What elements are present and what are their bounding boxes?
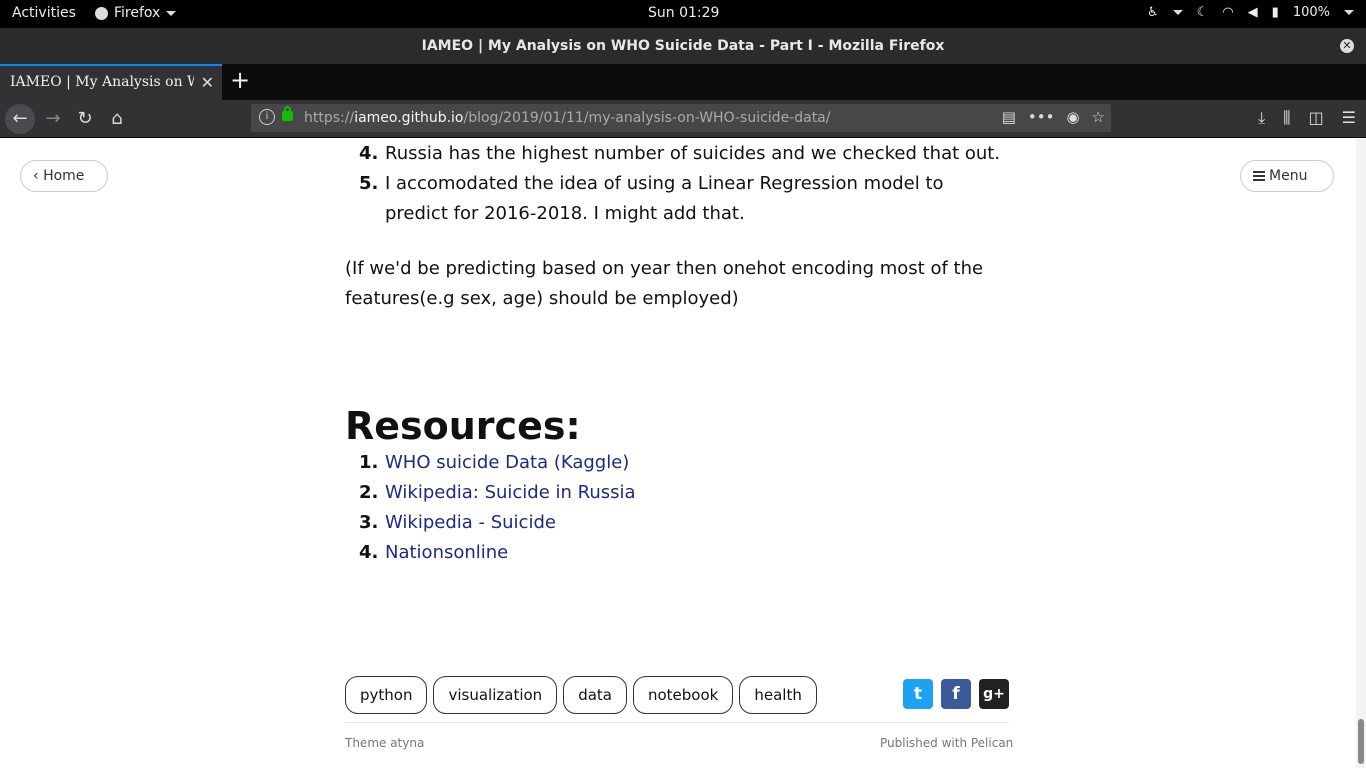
app-menu-label: Firefox xyxy=(114,5,161,21)
hamburger-menu-icon[interactable]: ☰ xyxy=(1342,108,1356,128)
resources-heading: Resources: xyxy=(345,404,581,448)
scrollbar-thumb[interactable] xyxy=(1358,719,1364,764)
bookmark-star-icon[interactable]: ☆ xyxy=(1092,108,1105,126)
scrollbar[interactable] xyxy=(1356,139,1366,768)
url-bar[interactable]: i https://iameo.github.io/blog/2019/01/1… xyxy=(251,104,1111,132)
url-bar-actions: ▤ ••• ◉ ☆ xyxy=(1002,108,1105,126)
list-item: 2. Wikipedia: Suicide in Russia xyxy=(359,482,636,503)
menu-button[interactable]: Menu xyxy=(1240,160,1334,192)
list-item: 3. Wikipedia - Suicide xyxy=(359,512,556,533)
footer-divider xyxy=(345,722,1009,723)
footer-published: Published with Pelican xyxy=(880,736,1014,750)
tag-visualization[interactable]: visualization xyxy=(433,676,558,714)
chevron-down-icon xyxy=(1172,10,1183,15)
resource-link[interactable]: Nationsonline xyxy=(385,542,508,563)
accessibility-icon: ♿ xyxy=(1147,5,1159,20)
forward-button[interactable]: → xyxy=(38,104,68,134)
navigation-toolbar: ← → ↻ ⌂ i https://iameo.github.io/blog/2… xyxy=(0,100,1366,138)
reload-button[interactable]: ↻ xyxy=(70,104,100,134)
chevron-down-icon xyxy=(1344,10,1354,15)
sidebar-icon[interactable]: ◫ xyxy=(1309,108,1324,128)
window-title-bar: IAMEO | My Analysis on WHO Suicide Data … xyxy=(0,28,1366,64)
list-item: 5. I accomodated the idea of using a Line… xyxy=(359,173,944,224)
findings-list: 4. Russia has the highest number of suici… xyxy=(345,139,1009,229)
system-top-bar: Activities Firefox Sun 01:29 ♿ ☾ ◠ ◀ ▮ 1… xyxy=(0,0,1366,28)
app-menu[interactable]: Firefox xyxy=(95,5,177,21)
toolbar-right: ⤓ ⫼ ◫ ☰ xyxy=(1258,108,1356,128)
page-content: ‹ Home Menu 4. Russia has the highest num… xyxy=(0,139,1366,768)
google-plus-icon[interactable]: g+ xyxy=(979,679,1009,709)
url-text[interactable]: https://iameo.github.io/blog/2019/01/11/… xyxy=(304,110,830,126)
tag-notebook[interactable]: notebook xyxy=(632,676,734,714)
menu-icon xyxy=(1253,171,1265,181)
lock-icon[interactable] xyxy=(282,106,293,121)
chevron-left-icon: ‹ xyxy=(33,168,39,184)
tab-strip: IAMEO | My Analysis on WHO Suicide Data … xyxy=(0,64,1366,100)
tag-list: python visualization data notebook healt… xyxy=(345,676,817,714)
home-icon[interactable]: ⌂ xyxy=(102,104,132,134)
tag-data[interactable]: data xyxy=(563,676,627,714)
reader-view-icon[interactable]: ▤ xyxy=(1002,108,1016,126)
paragraph: (If we'd be predicting based on year the… xyxy=(345,258,984,309)
list-item: 4. Nationsonline xyxy=(359,542,509,563)
article-body: 4. Russia has the highest number of suici… xyxy=(345,139,1009,568)
resource-link[interactable]: WHO suicide Data (Kaggle) xyxy=(385,452,629,473)
site-info-icon[interactable]: i xyxy=(259,109,275,125)
battery-percent: 100% xyxy=(1292,5,1330,20)
firefox-icon xyxy=(95,6,108,20)
battery-icon: ▮ xyxy=(1271,5,1279,20)
system-tray[interactable]: ♿ ☾ ◠ ◀ ▮ 100% xyxy=(1147,5,1354,20)
window-title: IAMEO | My Analysis on WHO Suicide Data … xyxy=(421,38,945,54)
wifi-icon: ◠ xyxy=(1222,5,1234,20)
pocket-icon[interactable]: ◉ xyxy=(1066,108,1079,126)
library-icon[interactable]: ⫼ xyxy=(1283,108,1290,128)
back-button[interactable]: ← xyxy=(5,104,35,134)
clock[interactable]: Sun 01:29 xyxy=(648,5,719,21)
tag-python[interactable]: python xyxy=(345,676,428,714)
tab-active[interactable]: IAMEO | My Analysis on WHO Suicide Data … xyxy=(0,64,222,100)
tab-label: IAMEO | My Analysis on WHO Suicide Data … xyxy=(10,74,194,90)
list-item: 4. Russia has the highest number of suici… xyxy=(359,143,1001,164)
night-light-icon: ☾ xyxy=(1196,5,1209,20)
new-tab-button[interactable]: + xyxy=(230,68,250,92)
window-close-button[interactable]: ✕ xyxy=(1340,39,1354,53)
chevron-down-icon xyxy=(166,10,177,16)
facebook-icon[interactable]: f xyxy=(941,679,971,709)
downloads-icon[interactable]: ⤓ xyxy=(1258,108,1265,128)
tab-close-icon[interactable]: ✕ xyxy=(201,73,214,92)
home-button[interactable]: ‹ Home xyxy=(20,160,108,192)
footer-theme: Theme atyna xyxy=(345,736,425,750)
tag-health[interactable]: health xyxy=(739,676,817,714)
page-actions-icon[interactable]: ••• xyxy=(1028,108,1055,126)
list-item: 1. WHO suicide Data (Kaggle) xyxy=(359,452,630,473)
twitter-icon[interactable]: t xyxy=(903,679,933,709)
resources-list: 1. WHO suicide Data (Kaggle) 2. Wikipedia:… xyxy=(345,448,1009,568)
resource-link[interactable]: Wikipedia: Suicide in Russia xyxy=(385,482,636,503)
volume-icon: ◀ xyxy=(1247,5,1258,20)
activities-button[interactable]: Activities xyxy=(12,5,76,21)
resource-link[interactable]: Wikipedia - Suicide xyxy=(385,512,556,533)
share-buttons: t f g+ xyxy=(903,679,1009,709)
